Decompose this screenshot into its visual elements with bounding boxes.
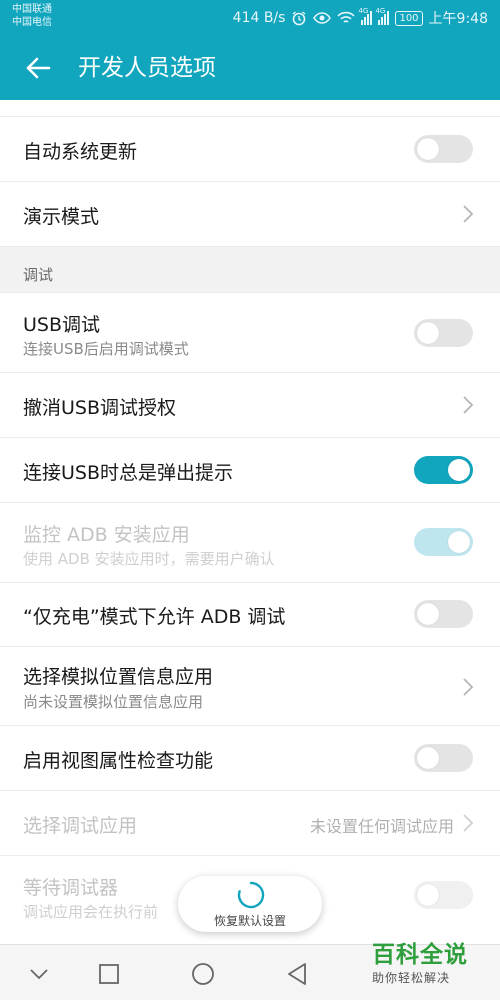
chevron-right-icon (463, 205, 474, 223)
watermark-slogan: 助你轻松解决 (372, 971, 451, 985)
setting-title: 选择调试应用 (23, 815, 138, 837)
setting-revoke-usb[interactable]: 撤消USB调试授权 (0, 373, 500, 438)
setting-auto-update[interactable]: 自动系统更新 (0, 117, 500, 182)
setting-title: 演示模式 (23, 206, 100, 228)
nav-home-button[interactable] (188, 959, 218, 989)
chevron-right-icon (463, 814, 474, 832)
view-attr-toggle[interactable] (414, 744, 473, 772)
setting-usb-debug[interactable]: USB调试 连接USB后启用调试模式 (0, 293, 500, 373)
status-bar: 中国联通 中国电信 414 B/s 4G 4G 100 上午9:48 (0, 0, 500, 36)
signal-2-tag: 4G (375, 7, 386, 15)
eye-icon (313, 12, 332, 24)
setting-adb-install: 监控 ADB 安装应用 使用 ADB 安装应用时，需要用户确认 (0, 503, 500, 583)
setting-charge-only-adb[interactable]: “仅充电”模式下允许 ADB 调试 (0, 583, 500, 647)
toggle-knob (417, 603, 439, 625)
page-title: 开发人员选项 (78, 55, 216, 81)
toggle-knob (417, 884, 439, 906)
watermark-brand: 百科全说 (372, 942, 468, 968)
toggle-knob (448, 531, 470, 553)
setting-subtitle: 连接USB后启用调试模式 (23, 340, 189, 358)
setting-title: 等待调试器 (23, 877, 119, 899)
carrier-1: 中国联通 (12, 4, 52, 15)
chevron-right-icon (463, 396, 474, 414)
usb-debug-toggle[interactable] (414, 319, 473, 347)
triangle-back-icon (288, 963, 306, 985)
wait-debugger-toggle (414, 881, 473, 909)
setting-subtitle: 使用 ADB 安装应用时，需要用户确认 (23, 550, 275, 568)
setting-title: 监控 ADB 安装应用 (23, 524, 190, 546)
settings-list[interactable]: 自动系统更新 演示模式 调试 USB调试 连接USB后启用调试模式 撤消USB调… (0, 100, 500, 936)
setting-subtitle: 尚未设置模拟位置信息应用 (23, 693, 204, 711)
setting-view-attr[interactable]: 启用视图属性检查功能 (0, 726, 500, 791)
watermark: 百科全说 助你轻松解决 (372, 940, 490, 986)
toggle-knob (417, 747, 439, 769)
reset-defaults-button[interactable]: 恢复默认设置 (178, 876, 322, 932)
toggle-knob (448, 459, 470, 481)
circle-icon (192, 963, 214, 985)
carrier-2: 中国电信 (12, 17, 52, 28)
status-icons: 414 B/s 4G 4G 100 上午9:48 (232, 7, 488, 28)
carrier-info: 中国联通 中国电信 (12, 3, 52, 29)
network-speed: 414 B/s (232, 10, 286, 26)
setting-debug-app: 选择调试应用 未设置任何调试应用 (0, 791, 500, 856)
signal-1-tag: 4G (358, 7, 369, 15)
setting-value: 未设置任何调试应用 (309, 817, 454, 836)
nav-back-button[interactable] (282, 959, 312, 989)
square-icon (99, 964, 119, 984)
setting-title: “仅充电”模式下允许 ADB 调试 (23, 606, 286, 628)
chevron-down-icon (30, 969, 48, 980)
clock: 上午9:48 (428, 11, 488, 27)
toggle-knob (417, 322, 439, 344)
developer-options-screen: 中国联通 中国电信 414 B/s 4G 4G 100 上午9:48 开发人员选… (0, 0, 500, 1000)
adb-install-toggle (414, 528, 473, 556)
toggle-knob (417, 138, 439, 160)
auto-update-toggle[interactable] (414, 135, 473, 163)
nav-recent-button[interactable] (94, 959, 124, 989)
app-bar: 开发人员选项 (0, 36, 500, 100)
section-header-debug: 调试 (0, 247, 500, 293)
setting-demo-mode[interactable]: 演示模式 (0, 182, 500, 247)
setting-subtitle: 调试应用会在执行前 (23, 903, 159, 921)
signal-icon-2: 4G (375, 7, 390, 25)
chevron-right-icon (463, 678, 474, 696)
setting-title: 自动系统更新 (23, 141, 138, 163)
nav-hide-button[interactable] (24, 959, 54, 989)
back-button[interactable] (14, 48, 62, 88)
battery-icon: 100 (395, 10, 423, 26)
signal-icon-1: 4G (358, 7, 373, 25)
setting-title: 启用视图属性检查功能 (23, 750, 214, 772)
list-item-partial (0, 100, 500, 117)
alarm-icon (293, 11, 306, 26)
wifi-icon (337, 11, 356, 23)
charge-only-adb-toggle[interactable] (414, 600, 473, 628)
setting-title: 选择模拟位置信息应用 (23, 666, 214, 688)
setting-title: 撤消USB调试授权 (23, 397, 177, 419)
back-arrow-icon (26, 57, 51, 79)
section-title: 调试 (23, 266, 54, 284)
setting-mock-location[interactable]: 选择模拟位置信息应用 尚未设置模拟位置信息应用 (0, 647, 500, 726)
setting-title: 连接USB时总是弹出提示 (23, 462, 234, 484)
setting-title: USB调试 (23, 314, 101, 336)
loading-spinner-icon (237, 881, 265, 909)
setting-usb-prompt[interactable]: 连接USB时总是弹出提示 (0, 438, 500, 503)
usb-prompt-toggle[interactable] (414, 456, 473, 484)
reset-label: 恢复默认设置 (213, 914, 286, 928)
